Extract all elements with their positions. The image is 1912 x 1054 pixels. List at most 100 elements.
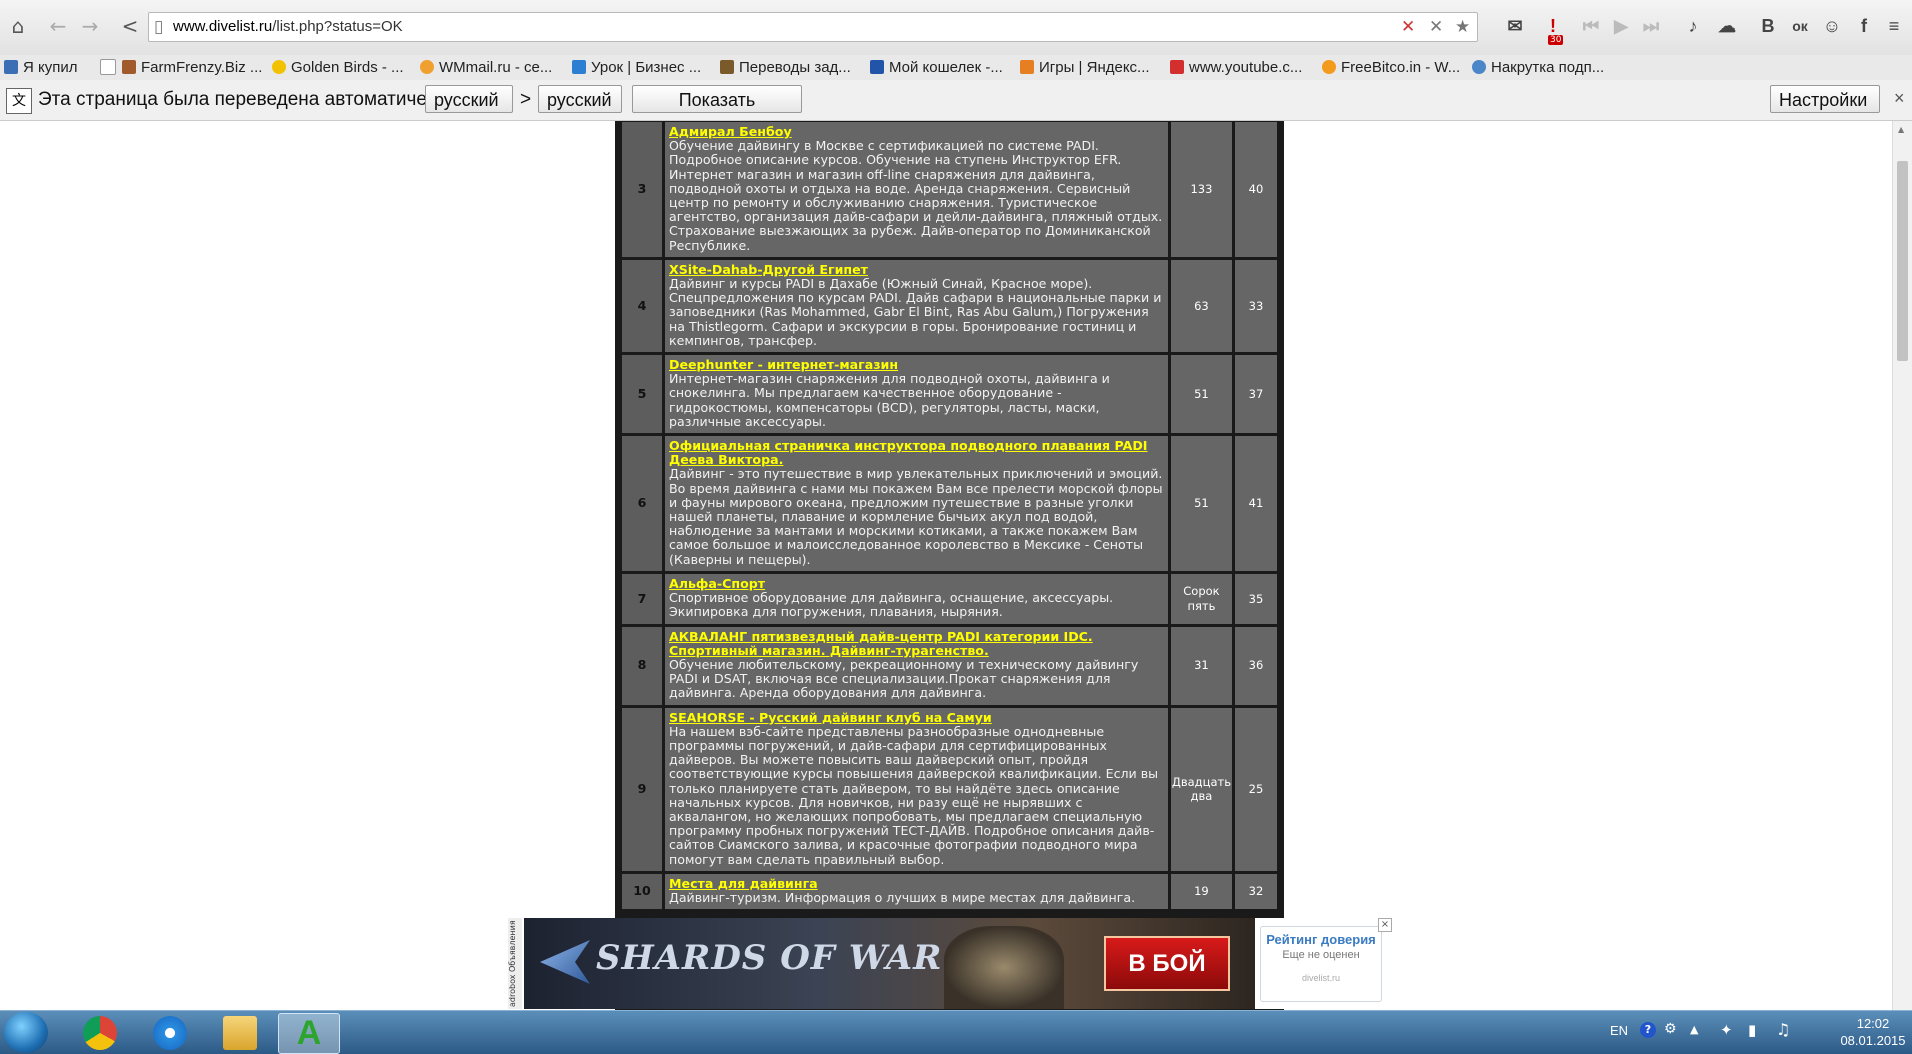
site-cell: Альфа-Спорт Спортивное оборудование для д… bbox=[665, 573, 1168, 624]
bookmark-favicon-icon bbox=[1020, 60, 1034, 74]
site-cell: XSite-Dahab-Другой Египет Дайвинг и курсы… bbox=[665, 259, 1168, 353]
bookmark-item[interactable]: Урок | Бизнес ... bbox=[572, 59, 701, 76]
ad-play-button[interactable]: В БОЙ bbox=[1104, 936, 1230, 991]
bookmark-item[interactable]: FreeBitco.in - W... bbox=[1322, 59, 1460, 76]
trust-rating-widget[interactable]: Рейтинг доверия Еще не оценен divelist.r… bbox=[1260, 926, 1382, 1002]
url-text[interactable]: www.divelist.ru/list.php?status=OK bbox=[173, 18, 403, 35]
friends-icon[interactable]: ☺ bbox=[1819, 13, 1845, 39]
table-row: 8 АКВАЛАНГ пятизвездный дайв-центр PADI … bbox=[622, 626, 1277, 705]
bookmark-item[interactable]: Игры | Яндекс... bbox=[1020, 59, 1150, 76]
site-cell: Места для дайвинга Дайвинг-туризм. Информ… bbox=[665, 873, 1168, 910]
bookmark-item[interactable] bbox=[100, 59, 121, 77]
scroll-up-icon[interactable]: ▲ bbox=[1898, 125, 1904, 134]
odnoklassniki-icon[interactable]: ок bbox=[1787, 13, 1813, 39]
target-language-select[interactable]: русский ▾ bbox=[538, 85, 622, 137]
taskbar-ie[interactable] bbox=[140, 1013, 200, 1052]
bookmark-item[interactable]: Накрутка подп... bbox=[1472, 59, 1604, 76]
chat-icon[interactable]: ☁ bbox=[1714, 13, 1740, 39]
close-banner-icon[interactable]: × bbox=[1378, 918, 1392, 932]
bookmark-item[interactable]: Я купил bbox=[4, 59, 78, 76]
table-row: 6 Официальная страничка инструктора подв… bbox=[622, 436, 1277, 571]
ad-emblem-icon bbox=[540, 940, 590, 984]
taskbar-active-app[interactable]: A bbox=[278, 1013, 340, 1054]
site-link[interactable]: Альфа-Спорт bbox=[669, 576, 1164, 591]
forward-icon[interactable]: → bbox=[76, 12, 104, 40]
site-link[interactable]: Официальная страничка инструктора подвод… bbox=[669, 438, 1164, 467]
source-language-select[interactable]: русский ▾ bbox=[425, 85, 513, 137]
menu-icon[interactable]: ≡ bbox=[1881, 13, 1907, 39]
vk-icon[interactable]: В bbox=[1755, 13, 1781, 39]
start-button[interactable] bbox=[4, 1012, 48, 1053]
stop-icon[interactable]: ✕ bbox=[1429, 17, 1443, 37]
music-icon[interactable]: ♪ bbox=[1680, 13, 1706, 39]
bookmark-item[interactable]: www.youtube.c... bbox=[1170, 59, 1302, 76]
bookmark-item[interactable]: FarmFrenzy.Biz ... bbox=[122, 59, 262, 76]
translate-close-icon[interactable]: × bbox=[1894, 88, 1905, 109]
browser-toolbar: ⌂ ← → < ▯ www.divelist.ru/list.php?statu… bbox=[0, 0, 1912, 56]
notification-badge: 30 bbox=[1548, 35, 1564, 45]
bookmark-favicon-icon bbox=[1472, 60, 1486, 74]
prev-track-icon[interactable]: ⏮ bbox=[1578, 13, 1604, 39]
site-description: Обучение любительскому, рекреационному и… bbox=[669, 656, 1139, 701]
site-link[interactable]: Deephunter - интернет-магазин bbox=[669, 357, 1164, 372]
bookmark-item[interactable]: Golden Birds - ... bbox=[272, 59, 404, 76]
rank-cell: 8 bbox=[622, 626, 662, 705]
stat-cell: 32 bbox=[1235, 873, 1277, 910]
site-link[interactable]: Адмирал Бенбоу bbox=[669, 124, 1164, 139]
bookmark-favicon-icon bbox=[122, 60, 136, 74]
site-description: Дайвинг - это путешествие в мир увлекате… bbox=[669, 466, 1163, 567]
site-cell: Адмирал Бенбоу Обучение дайвингу в Москве… bbox=[665, 122, 1168, 257]
keyboard-language[interactable]: EN bbox=[1610, 1023, 1628, 1038]
stat-cell: 41 bbox=[1235, 436, 1277, 571]
stat-cell: 63 bbox=[1170, 259, 1232, 353]
bookmark-item[interactable]: WMmail.ru - се... bbox=[420, 59, 552, 76]
next-track-icon[interactable]: ⏭ bbox=[1638, 13, 1664, 39]
blocked-popup-icon[interactable]: ✕ bbox=[1401, 17, 1415, 37]
facebook-icon[interactable]: f bbox=[1851, 13, 1877, 39]
bookmark-item[interactable]: Мой кошелек -... bbox=[870, 59, 1003, 76]
site-link[interactable]: SEAHORSE - Русский дайвинг клуб на Самуи bbox=[669, 710, 1164, 725]
site-link[interactable]: XSite-Dahab-Другой Египет bbox=[669, 262, 1164, 277]
site-link[interactable]: Места для дайвинга bbox=[669, 876, 1164, 891]
dropbox-icon[interactable]: ✦ bbox=[1720, 1021, 1733, 1039]
stat-cell: 33 bbox=[1235, 259, 1277, 353]
address-bar[interactable]: ▯ www.divelist.ru/list.php?status=OK ✕ ✕… bbox=[148, 12, 1478, 42]
site-description: Дайвинг и курсы PADI в Дахабе (Южный Син… bbox=[669, 276, 1162, 348]
tray-settings-icon[interactable]: ⚙ bbox=[1664, 1021, 1677, 1037]
system-clock[interactable]: 12:02 08.01.2015 bbox=[1838, 1015, 1908, 1049]
site-description: Дайвинг-туризм. Информация о лучших в ми… bbox=[669, 889, 1136, 905]
stat-cell: 133 bbox=[1170, 122, 1232, 257]
bookmark-item[interactable]: Переводы зад... bbox=[720, 59, 851, 76]
back-icon[interactable]: ← bbox=[44, 12, 72, 40]
show-original-button[interactable]: Показать оригинал bbox=[632, 85, 802, 138]
translate-bar: 文 Эта страница была переведена автоматич… bbox=[0, 80, 1912, 138]
share-icon[interactable]: < bbox=[116, 12, 144, 40]
ad-banner: adrobox Объявления SHARDS OF WAR В БОЙ Р… bbox=[508, 918, 1392, 1009]
stat-cell: 37 bbox=[1235, 355, 1277, 434]
taskbar-chrome[interactable] bbox=[70, 1013, 130, 1052]
translate-settings-button[interactable]: Настройки ▾ bbox=[1770, 85, 1880, 137]
rank-cell: 6 bbox=[622, 436, 662, 571]
site-link[interactable]: АКВАЛАНГ пятизвездный дайв-центр PADI ка… bbox=[669, 629, 1164, 658]
stat-cell: Двадцать два bbox=[1170, 707, 1232, 871]
play-icon[interactable]: ▶ bbox=[1608, 13, 1634, 39]
volume-icon[interactable]: ♫ bbox=[1776, 1020, 1790, 1039]
page-scrollbar[interactable]: ▲ bbox=[1892, 121, 1912, 1010]
stat-cell: 36 bbox=[1235, 626, 1277, 705]
rank-cell: 9 bbox=[622, 707, 662, 871]
help-icon[interactable]: ? bbox=[1640, 1022, 1656, 1038]
bookmark-favicon-icon bbox=[870, 60, 884, 74]
mail-icon[interactable]: ✉ bbox=[1502, 13, 1528, 39]
site-description: На нашем вэб-сайте представлены разнообр… bbox=[669, 723, 1159, 867]
taskbar-explorer[interactable] bbox=[210, 1013, 270, 1052]
network-icon[interactable]: ▮ bbox=[1748, 1021, 1756, 1039]
bookmark-star-icon[interactable]: ★ bbox=[1455, 17, 1470, 37]
scroll-thumb[interactable] bbox=[1897, 161, 1908, 361]
home-icon[interactable]: ⌂ bbox=[4, 12, 32, 40]
stat-cell: Сорок пять bbox=[1170, 573, 1232, 624]
rank-cell: 3 bbox=[622, 122, 662, 257]
amigo-browser-icon: A bbox=[296, 1014, 322, 1052]
stat-cell: 40 bbox=[1235, 122, 1277, 257]
game-ad[interactable]: SHARDS OF WAR В БОЙ bbox=[524, 918, 1255, 1009]
tray-expand-icon[interactable]: ▲ bbox=[1690, 1023, 1698, 1036]
